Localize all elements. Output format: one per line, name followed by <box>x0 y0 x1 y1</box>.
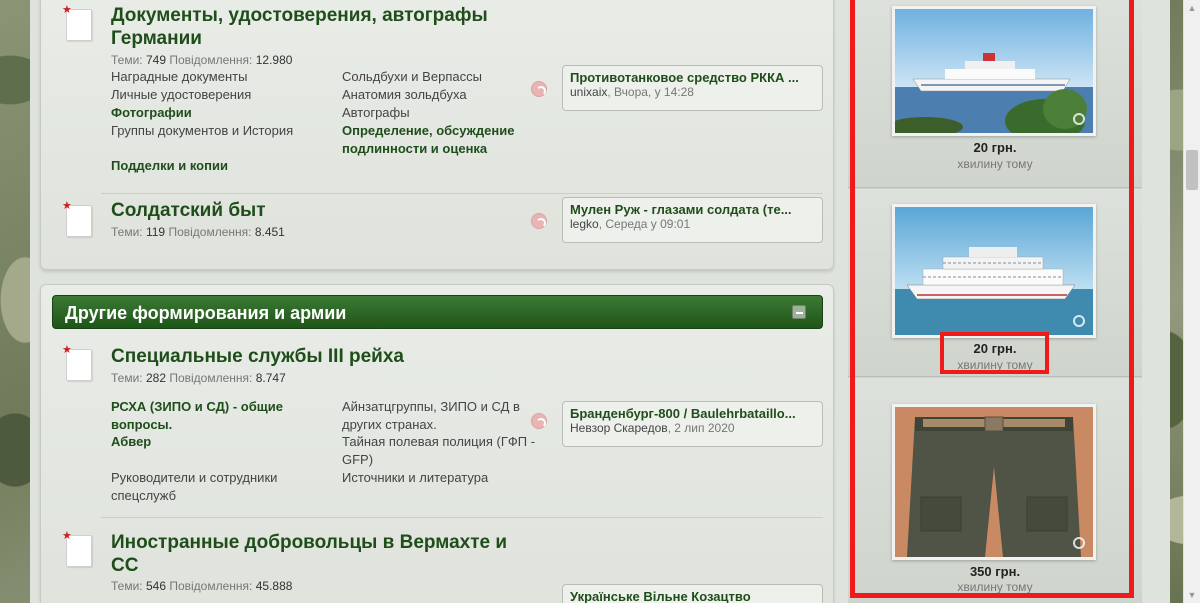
node-stats: Теми: 282 Повідомлення: 8.747 <box>111 371 286 385</box>
ad-price: 20 грн. <box>973 140 1017 155</box>
category-title[interactable]: Другие формирования и армии <box>65 303 346 323</box>
last-post-box[interactable]: Противотанковое средство РККА ... unixai… <box>562 65 823 111</box>
forum-read-icon <box>62 199 92 237</box>
subforum-link[interactable]: Наградные документы <box>111 68 321 86</box>
last-post-date: Вчора, у 14:28 <box>614 85 694 99</box>
node-divider <box>101 193 823 194</box>
rss-icon[interactable] <box>531 413 547 429</box>
node-stats: Теми: 119 Повідомлення: 8.451 <box>111 225 285 239</box>
node-title[interactable]: Иностранные добровольцы в Вермахте и СС <box>111 531 531 577</box>
ad-thumbnail[interactable] <box>892 6 1096 136</box>
last-post-box[interactable]: Бранденбург-800 / Baulehrbataillo... Нев… <box>562 401 823 447</box>
sidebar-ads: 20 грн. хвилину тому 20 грн. хвилину том… <box>848 0 1142 603</box>
subforum-link[interactable]: Руководители и сотрудники спецслужб <box>111 469 311 505</box>
node-stats: Теми: 546 Повідомлення: 45.888 <box>111 579 293 593</box>
subforum-link[interactable]: Фотографии <box>111 104 321 122</box>
forum-read-icon <box>62 529 92 567</box>
last-post-title[interactable]: Мулен Руж - глазами солдата (те... <box>570 202 815 217</box>
category-header[interactable]: Другие формирования и армии <box>52 295 823 329</box>
collapse-icon[interactable] <box>792 305 806 319</box>
last-post-title[interactable]: Бранденбург-800 / Baulehrbataillo... <box>570 406 815 421</box>
last-post-user[interactable]: Невзор Скаредов <box>570 421 668 435</box>
forum-read-icon <box>62 3 92 41</box>
zoom-icon[interactable] <box>1073 113 1085 125</box>
last-post-date: Середа у 09:01 <box>605 217 691 231</box>
subforum-link[interactable]: Абвер <box>111 433 321 451</box>
node-title[interactable]: Солдатский быт <box>111 199 531 222</box>
rss-icon[interactable] <box>531 213 547 229</box>
zoom-icon[interactable] <box>1073 537 1085 549</box>
category-block-germany: Документы, удостоверения, автографы Герм… <box>40 0 834 270</box>
last-post-date: 2 лип 2020 <box>674 421 735 435</box>
trousers-photo <box>895 407 1093 557</box>
last-post-box[interactable]: Мулен Руж - глазами солдата (те... legko… <box>562 197 823 243</box>
node-title[interactable]: Документы, удостоверения, автографы Герм… <box>111 4 531 50</box>
last-post-user[interactable]: legko <box>570 217 599 231</box>
last-post-meta: legko, Середа у 09:01 <box>570 217 691 231</box>
ad-thumbnail[interactable] <box>892 404 1096 560</box>
rss-icon[interactable] <box>531 81 547 97</box>
ad-price: 350 грн. <box>969 564 1021 579</box>
subforum-link[interactable]: Источники и литература <box>342 469 552 487</box>
ship-photo <box>895 207 1093 335</box>
scroll-down-icon[interactable]: ▼ <box>1184 587 1200 603</box>
scroll-thumb[interactable] <box>1186 150 1198 190</box>
ad-time: хвилину тому <box>957 358 1033 372</box>
last-post-user[interactable]: unixaix <box>570 85 607 99</box>
zoom-icon[interactable] <box>1073 315 1085 327</box>
node-divider <box>101 517 823 518</box>
forum-read-icon <box>62 343 92 381</box>
ad-time: хвилину тому <box>957 580 1033 594</box>
ship-photo <box>895 9 1093 133</box>
page-container: Документы, удостоверения, автографы Герм… <box>30 0 1170 603</box>
node-title[interactable]: Специальные службы III рейха <box>111 345 531 368</box>
ad-item[interactable]: 20 грн. хвилину тому <box>848 189 1142 377</box>
last-post-title[interactable]: Українське Вільне Козацтво <box>570 589 815 603</box>
ad-item[interactable]: 20 грн. хвилину тому <box>848 0 1142 188</box>
subforum-link[interactable]: Айнзатцгруппы, ЗИПО и СД в других страна… <box>342 398 552 434</box>
ad-time: хвилину тому <box>957 157 1033 171</box>
subforum-link[interactable]: Автографы <box>342 104 552 122</box>
subforum-link[interactable]: Определение, обсуждение подлинности и оц… <box>342 122 552 158</box>
subforum-link[interactable]: РСХА (ЗИПО и СД) - общие вопросы. <box>111 398 321 434</box>
subforum-link[interactable]: Личные удостоверения <box>111 86 321 104</box>
last-post-box[interactable]: Українське Вільне Козацтво <box>562 584 823 603</box>
subforum-link[interactable]: Сольдбухи и Верпассы <box>342 68 552 86</box>
last-post-meta: Невзор Скаредов, 2 лип 2020 <box>570 421 735 435</box>
last-post-title[interactable]: Противотанковое средство РККА ... <box>570 70 815 85</box>
ad-item[interactable]: 350 грн. хвилину тому <box>848 378 1142 603</box>
ad-thumbnail[interactable] <box>892 204 1096 338</box>
ad-price: 20 грн. <box>973 341 1017 356</box>
subforum-link[interactable]: Подделки и копии <box>111 157 321 175</box>
scroll-up-icon[interactable]: ▲ <box>1184 0 1200 16</box>
category-block-other-armies: Другие формирования и армии Специальные … <box>40 284 834 603</box>
node-stats: Теми: 749 Повідомлення: 12.980 <box>111 53 293 67</box>
subforum-link[interactable]: Анатомия зольдбуха <box>342 86 552 104</box>
last-post-meta: unixaix, Вчора, у 14:28 <box>570 85 694 99</box>
subforum-link[interactable]: Группы документов и История <box>111 122 341 140</box>
subforum-link[interactable]: Тайная полевая полиция (ГФП - GFP) <box>342 433 552 469</box>
scrollbar[interactable]: ▲ ▼ <box>1183 0 1200 603</box>
